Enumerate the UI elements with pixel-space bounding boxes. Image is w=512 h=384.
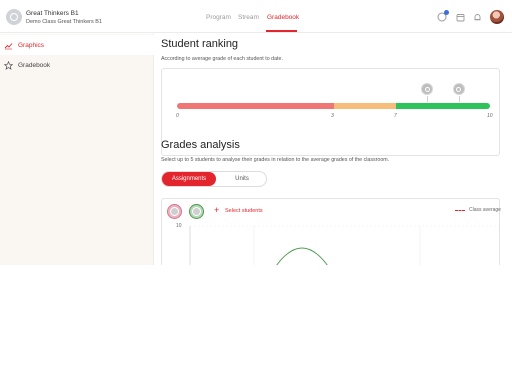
star-icon xyxy=(4,60,13,70)
notifications-badge-icon[interactable] xyxy=(437,10,449,22)
class-subtitle: Demo Class Great Thinkers B1 xyxy=(26,19,103,25)
app-window: Great Thinkers B1 Demo Class Great Think… xyxy=(0,0,512,265)
tab-stream[interactable]: Stream xyxy=(238,14,259,21)
line-chart-icon xyxy=(4,41,13,50)
sidebar: Graphics Gradebook xyxy=(0,34,154,265)
class-logo-icon[interactable] xyxy=(6,9,22,25)
active-tab-indicator xyxy=(266,30,297,32)
scale-tick-label: 10 xyxy=(487,113,493,119)
scale-tick-label: 3 xyxy=(331,113,334,119)
grades-chart-card: + Select students Class average 10 xyxy=(161,198,501,265)
sidebar-item-label: Graphics xyxy=(18,41,45,49)
ranking-bar-segment xyxy=(396,103,490,109)
student-grade-curve xyxy=(276,247,328,265)
student-marker-stem xyxy=(458,96,460,102)
tab-assignments[interactable]: Assignments xyxy=(162,172,216,186)
sidebar-item-gradebook[interactable]: Gradebook xyxy=(0,55,154,75)
grades-analysis-title: Grades analysis xyxy=(161,139,240,151)
tab-gradebook[interactable]: Gradebook xyxy=(267,14,299,21)
grades-plot xyxy=(189,225,501,265)
tab-program[interactable]: Program xyxy=(206,14,231,21)
calendar-icon[interactable] xyxy=(455,12,465,22)
bell-icon[interactable] xyxy=(472,12,482,22)
main-content: Student ranking According to average gra… xyxy=(161,34,506,265)
student-avatar-icon[interactable] xyxy=(452,83,465,95)
ranking-bar-segment xyxy=(333,103,397,109)
grades-analysis-description: Select up to 5 students to analyse their… xyxy=(161,157,390,163)
ranking-bar-segment xyxy=(177,103,334,109)
student-marker-stem xyxy=(427,96,429,102)
top-header: Great Thinkers B1 Demo Class Great Think… xyxy=(0,0,512,33)
tab-units[interactable]: Units xyxy=(218,172,266,186)
student-avatar-icon[interactable] xyxy=(421,83,434,95)
scale-tick-label: 7 xyxy=(394,113,397,119)
student-ranking-description: According to average grade of each stude… xyxy=(161,56,283,62)
class-name: Great Thinkers B1 xyxy=(26,10,79,17)
ranking-bar xyxy=(177,103,490,109)
sidebar-item-graphics[interactable]: Graphics xyxy=(0,35,154,55)
student-ranking-title: Student ranking xyxy=(161,38,239,50)
scale-tick-label: 0 xyxy=(176,113,179,119)
sidebar-item-label: Gradebook xyxy=(18,61,51,69)
user-avatar[interactable] xyxy=(490,10,504,24)
view-toggle: Assignments Units xyxy=(161,171,267,187)
